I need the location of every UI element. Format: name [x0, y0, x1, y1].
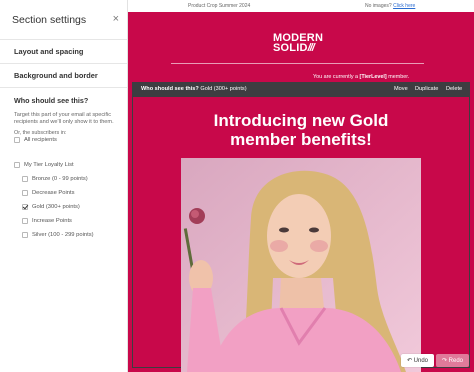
- option-increase-points[interactable]: Increase Points: [22, 218, 72, 224]
- checkbox[interactable]: [14, 137, 20, 143]
- panel-title: Section settings: [12, 14, 87, 26]
- model-photo: [181, 158, 421, 372]
- checkbox[interactable]: [22, 176, 28, 182]
- move-button[interactable]: Move: [394, 86, 408, 92]
- panel-header: Section settings ×: [0, 0, 127, 40]
- divider: [171, 63, 424, 64]
- visibility-heading: Who should see this?: [14, 96, 89, 105]
- option-label: Decrease Points: [32, 190, 75, 196]
- option-label: Increase Points: [32, 218, 72, 224]
- duplicate-button[interactable]: Duplicate: [415, 86, 438, 92]
- option-bronze[interactable]: Bronze (0 - 99 points): [22, 176, 88, 182]
- section-label: Layout and spacing: [14, 47, 84, 56]
- visibility-summary: Who should see this? Gold (300+ points): [141, 86, 247, 92]
- redo-icon: ↷: [441, 358, 449, 364]
- checkbox[interactable]: [22, 232, 28, 238]
- option-decrease-points[interactable]: Decrease Points: [22, 190, 75, 196]
- member-status-text: You are currently a [TierLevel] member.: [313, 74, 410, 80]
- redo-button[interactable]: ↷ Redo: [436, 354, 469, 367]
- preheader-text: Product Crop Summer 2024: [188, 3, 251, 9]
- hero-image[interactable]: [181, 158, 421, 372]
- option-all-recipients[interactable]: All recipients: [14, 137, 57, 143]
- checkbox[interactable]: [22, 218, 28, 224]
- close-icon[interactable]: ×: [113, 13, 119, 25]
- option-silver[interactable]: Silver (100 - 299 points): [22, 232, 94, 238]
- email-preview: Product Crop Summer 2024 No images? Clic…: [128, 0, 474, 372]
- click-here-link[interactable]: Click here: [393, 3, 415, 9]
- option-label: My Tier Loyalty List: [24, 162, 74, 168]
- option-tier-loyalty-list[interactable]: My Tier Loyalty List: [14, 162, 74, 168]
- section-edit-toolbar: Who should see this? Gold (300+ points) …: [132, 82, 470, 96]
- preheader-bar: Product Crop Summer 2024 No images? Clic…: [128, 0, 474, 12]
- option-label: All recipients: [24, 137, 57, 143]
- email-headline: Introducing new Gold member benefits!: [213, 111, 389, 149]
- option-label: Bronze (0 - 99 points): [32, 176, 88, 182]
- undo-button[interactable]: ↶ Undo: [401, 354, 434, 367]
- background-border-section[interactable]: Background and border: [0, 64, 127, 88]
- option-label: Silver (100 - 299 points): [32, 232, 94, 238]
- checkbox[interactable]: [14, 162, 20, 168]
- undo-icon: ↶: [406, 358, 414, 364]
- checkbox[interactable]: [22, 190, 28, 196]
- section-settings-panel: Section settings × Layout and spacing Ba…: [0, 0, 128, 372]
- brand-logo: MODERN SOLID///: [273, 32, 324, 54]
- visibility-subheading: Or, the subscribers in:: [14, 130, 67, 136]
- option-gold[interactable]: Gold (300+ points): [22, 204, 80, 210]
- section-label: Background and border: [14, 71, 98, 80]
- layout-spacing-section[interactable]: Layout and spacing: [0, 40, 127, 64]
- visibility-description: Target this part of your email at specif…: [14, 112, 114, 125]
- delete-button[interactable]: Delete: [446, 86, 462, 92]
- no-images-text: No images? Click here: [365, 3, 416, 9]
- option-label: Gold (300+ points): [32, 204, 80, 210]
- checkbox-checked[interactable]: [22, 204, 28, 210]
